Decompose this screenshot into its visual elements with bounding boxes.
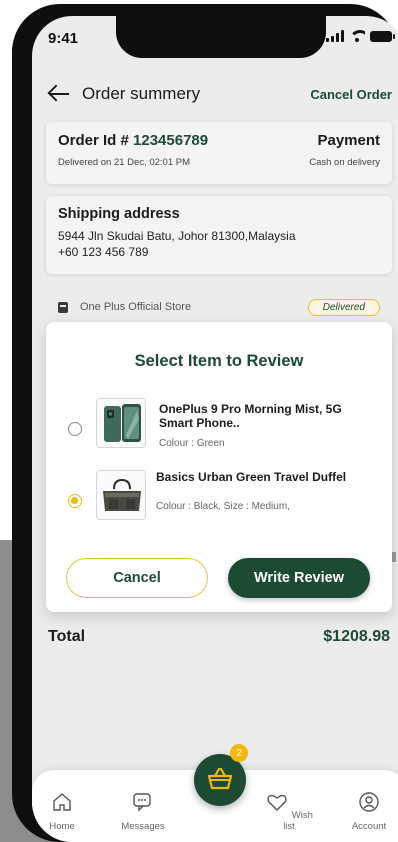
shipping-phone: +60 123 456 789 (58, 245, 149, 259)
phone-notch (116, 16, 326, 58)
heart-icon (267, 794, 287, 811)
total-row: Total $1208.98 (48, 628, 390, 646)
signal-icon (326, 30, 344, 42)
cart-button[interactable]: 2 (194, 744, 248, 806)
item-variant: Colour : Green (159, 438, 225, 449)
item-radio[interactable] (68, 422, 82, 436)
nav-wishlist[interactable]: Wish list (264, 790, 314, 832)
battery-icon (370, 30, 395, 42)
order-id-number: 123456789 (133, 132, 209, 149)
nav-home-label: Home (49, 821, 75, 832)
payment-label: Payment (317, 132, 380, 149)
chat-icon (133, 793, 151, 812)
write-review-button[interactable]: Write Review (228, 558, 370, 598)
phone-thumbnail (96, 398, 146, 448)
user-icon (359, 792, 379, 812)
duffel-bag-thumbnail (96, 470, 146, 520)
order-id: Order Id # 123456789 (58, 132, 208, 149)
wifi-icon (349, 30, 365, 42)
shipping-title: Shipping address (58, 206, 180, 222)
item-radio[interactable] (68, 494, 82, 508)
cancel-button[interactable]: Cancel (66, 558, 208, 598)
nav-account-label: Account (351, 821, 387, 832)
store-icon (58, 301, 68, 313)
item-name: Basics Urban Green Travel Duffel (156, 470, 347, 484)
home-icon (53, 793, 71, 811)
order-id-label: Order Id # (58, 132, 134, 149)
background-divider (392, 552, 396, 562)
store-row: One Plus Official Store Delivered (46, 296, 392, 318)
item-name: OnePlus 9 Pro Morning Mist, 5G Smart Pho… (159, 402, 342, 430)
nav-messages-label: Messages (121, 821, 165, 832)
status-badge: Delivered (307, 298, 380, 316)
cart-count-badge: 2 (230, 744, 248, 762)
order-info-card: Order Id # 123456789 Payment Delivered o… (46, 122, 392, 184)
back-arrow-icon[interactable] (48, 83, 70, 105)
nav-messages[interactable]: Messages (118, 790, 168, 832)
app-screen: 9:41 Order summery Cancel Order Order Id… (32, 16, 398, 842)
shipping-card: Shipping address 5944 Jln Skudai Batu, J… (46, 196, 392, 274)
item-variant: Colour : Black, Size : Medium, (156, 501, 290, 512)
status-time: 9:41 (48, 30, 79, 47)
status-icons (326, 30, 395, 42)
page-header: Order summery Cancel Order (48, 82, 392, 106)
total-amount: $1208.98 (323, 628, 390, 645)
modal-title: Select Item to Review (134, 352, 304, 370)
review-item[interactable]: OnePlus 9 Pro Morning Mist, 5G Smart Pho… (46, 398, 392, 458)
review-item[interactable]: Basics Urban Green Travel Duffel Colour … (46, 470, 392, 530)
phone-frame: 9:41 Order summery Cancel Order Order Id… (12, 4, 398, 842)
nav-home[interactable]: Home (44, 790, 80, 832)
cancel-order-link[interactable]: Cancel Order (310, 87, 392, 102)
delivered-date: Delivered on 21 Dec, 02:01 PM (58, 157, 191, 168)
review-modal: Select Item to Review OnePlus 9 Pro Morn… (46, 322, 392, 612)
nav-account[interactable]: Account (344, 790, 394, 832)
total-label: Total (48, 628, 86, 645)
payment-method: Cash on delivery (309, 157, 380, 168)
store-name: One Plus Official Store (80, 301, 192, 313)
shipping-address: 5944 Jln Skudai Batu, Johor 81300,Malays… (58, 229, 296, 243)
page-title: Order summery (82, 84, 201, 103)
